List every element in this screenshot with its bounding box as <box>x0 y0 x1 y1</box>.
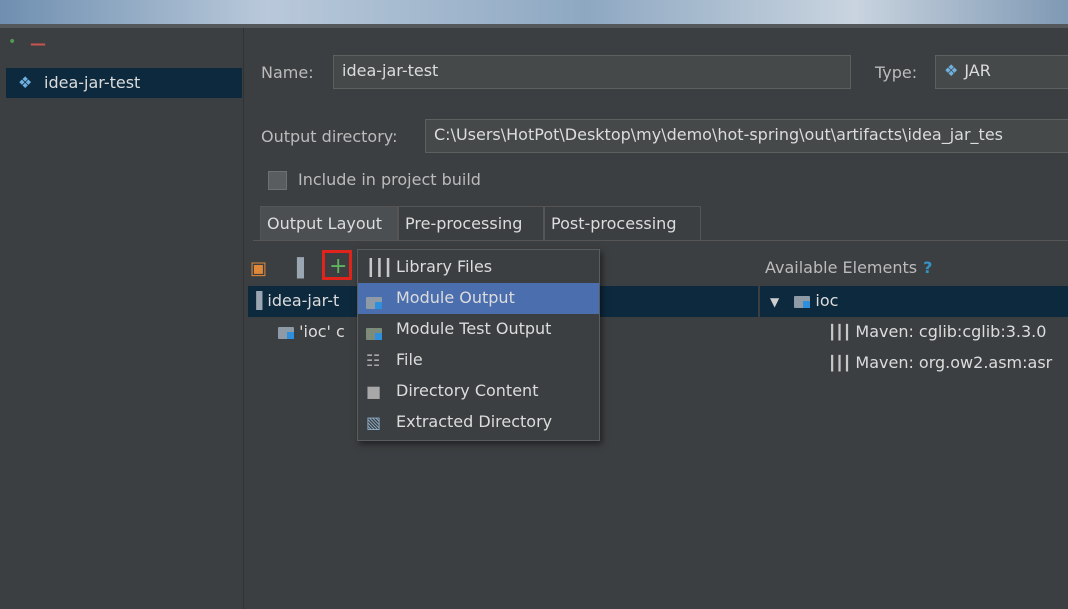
menu-item-label: Extracted Directory <box>396 412 553 431</box>
output-directory-label: Output directory: <box>261 127 398 146</box>
window-title-bar <box>0 0 1068 26</box>
jar-type-icon: ❖ <box>944 61 959 80</box>
layout-tree-child[interactable]: 'ioc' c <box>278 322 345 341</box>
module-folder-icon <box>278 326 294 339</box>
file-icon: ☷ <box>366 351 381 370</box>
available-elements-label: Available Elements <box>765 258 918 277</box>
menu-item-directory-content[interactable]: ■ Directory Content <box>358 376 599 407</box>
library-icon: ┃┃┃ <box>828 325 851 341</box>
extracted-directory-icon: ▧ <box>366 413 382 432</box>
folder-icon: ■ <box>366 382 382 401</box>
include-in-build-checkbox[interactable] <box>268 171 287 190</box>
library-icon: ┃┃┃ <box>366 258 393 277</box>
menu-item-label: Module Output <box>396 288 515 307</box>
type-label: Type: <box>875 63 918 82</box>
menu-item-label: Directory Content <box>396 381 539 400</box>
help-icon[interactable]: ? <box>923 258 932 277</box>
artifacts-list-panel <box>0 28 244 609</box>
artifact-name: idea-jar-test <box>44 73 141 92</box>
tab-post-processing[interactable]: Post-processing <box>544 206 701 240</box>
expand-arrow-icon[interactable]: ▼ <box>770 295 779 309</box>
menu-item-module-output[interactable]: Module Output <box>358 283 599 314</box>
menu-item-file[interactable]: ☷ File <box>358 345 599 376</box>
module-folder-icon <box>794 295 811 308</box>
library-label: Maven: org.ow2.asm:asr <box>855 353 1053 372</box>
menu-item-extracted-directory[interactable]: ▧ Extracted Directory <box>358 407 599 438</box>
create-directory-icon[interactable]: ▣ <box>250 258 267 279</box>
menu-item-label: Module Test Output <box>396 319 552 338</box>
available-ioc-label: ioc <box>815 291 839 310</box>
test-folder-icon <box>366 323 382 342</box>
jar-artifact-icon: ❖ <box>18 73 33 92</box>
menu-item-module-test-output[interactable]: Module Test Output <box>358 314 599 345</box>
menu-item-label: Library Files <box>396 257 493 276</box>
library-label: Maven: cglib:cglib:3.3.0 <box>855 322 1047 341</box>
menu-item-library-files[interactable]: ┃┃┃ Library Files <box>358 252 599 283</box>
available-tree-ioc[interactable]: ▼ ioc <box>770 291 838 310</box>
available-elements-header: Available Elements? <box>765 258 932 277</box>
remove-artifact-icon[interactable]: — <box>30 34 46 53</box>
module-folder-icon <box>366 292 382 311</box>
tab-output-layout[interactable]: Output Layout <box>260 206 398 240</box>
layout-child-label: 'ioc' c <box>299 322 345 341</box>
type-select[interactable]: ❖ JAR <box>935 55 1068 89</box>
artifact-list-item[interactable]: ❖ idea-jar-test <box>6 68 242 98</box>
library-icon: ┃┃┃ <box>828 356 851 372</box>
include-in-build-label: Include in project build <box>298 170 481 189</box>
menu-item-label: File <box>396 350 423 369</box>
add-artifact-icon[interactable]: • <box>8 34 16 50</box>
available-library-item[interactable]: ┃┃┃ Maven: org.ow2.asm:asr <box>828 353 1068 372</box>
output-directory-field[interactable]: C:\Users\HotPot\Desktop\my\demo\hot-spri… <box>425 119 1068 153</box>
layout-root-label: idea-jar-t <box>267 291 340 310</box>
tab-divider <box>253 240 1068 241</box>
name-field[interactable]: idea-jar-test <box>333 55 851 89</box>
type-value: JAR <box>964 61 991 80</box>
add-button-highlight <box>322 250 352 280</box>
available-library-item[interactable]: ┃┃┃ Maven: cglib:cglib:3.3.0 <box>828 322 1046 341</box>
create-archive-icon[interactable]: ▐ <box>290 258 304 279</box>
name-label: Name: <box>261 63 314 82</box>
tab-pre-processing[interactable]: Pre-processing <box>398 206 544 240</box>
layout-tree-root[interactable]: ▐ idea-jar-t <box>250 291 339 310</box>
add-element-menu: ┃┃┃ Library Files Module Output Module T… <box>357 249 600 441</box>
jar-icon: ▐ <box>250 291 263 310</box>
